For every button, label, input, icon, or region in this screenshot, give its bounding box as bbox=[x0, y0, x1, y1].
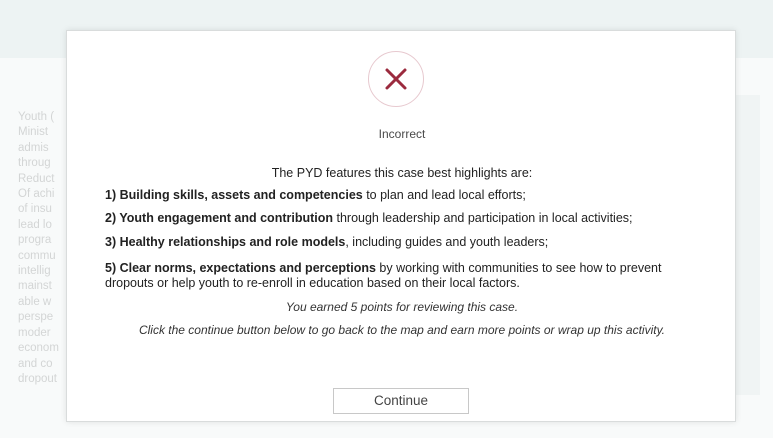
feedback-dialog: Incorrect The PYD features this case bes… bbox=[66, 30, 736, 422]
incorrect-icon-badge bbox=[368, 51, 424, 107]
feature-item-text: to plan and lead local efforts; bbox=[362, 188, 526, 202]
feature-item-title: 2) Youth engagement and contribution bbox=[105, 211, 334, 225]
feature-item: 2) Youth engagement and contribution thr… bbox=[105, 211, 705, 226]
feature-item-text: , including guides and youth leaders; bbox=[345, 235, 549, 249]
feature-item: 3) Healthy relationships and role models… bbox=[105, 235, 705, 250]
feature-item: 5) Clear norms, expectations and percept… bbox=[105, 261, 705, 291]
feature-item: 1) Building skills, assets and competenc… bbox=[105, 188, 705, 203]
activity-page: Youth ( Minist admis throug Reduct Of ac… bbox=[0, 0, 773, 438]
continue-instructions: Click the continue button below to go ba… bbox=[138, 323, 666, 337]
continue-button[interactable]: Continue bbox=[333, 388, 469, 414]
feature-item-text: through leadership and participation in … bbox=[333, 211, 633, 225]
feature-item-title: 5) Clear norms, expectations and percept… bbox=[105, 261, 376, 275]
feature-item-title: 1) Building skills, assets and competenc… bbox=[105, 188, 363, 202]
close-x-icon bbox=[385, 68, 407, 90]
result-status: Incorrect bbox=[378, 127, 426, 141]
points-earned-message: You earned 5 points for reviewing this c… bbox=[285, 300, 519, 314]
feedback-intro: The PYD features this case best highligh… bbox=[271, 166, 533, 180]
feature-item-title: 3) Healthy relationships and role models bbox=[105, 235, 346, 249]
